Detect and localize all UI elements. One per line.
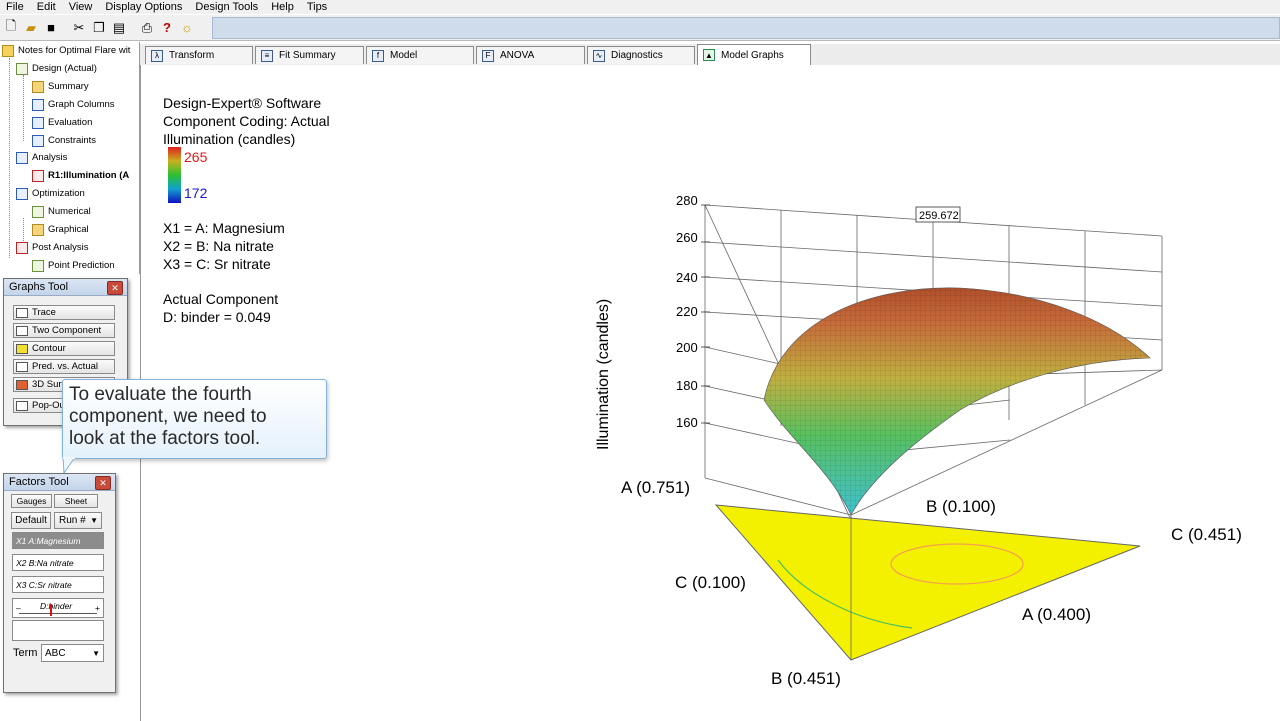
z-tick-260: 260 bbox=[676, 230, 698, 245]
z-tick-280: 280 bbox=[676, 193, 698, 208]
gauges-tab[interactable]: Gauges bbox=[11, 494, 52, 508]
close-icon[interactable]: ✕ bbox=[107, 281, 123, 295]
binder-slider[interactable]: – D:binder + bbox=[12, 598, 104, 618]
default-button[interactable]: Default bbox=[11, 512, 51, 529]
contour-button[interactable]: Contour bbox=[13, 341, 115, 356]
z-axis-label: Illumination (candles) bbox=[595, 299, 612, 450]
vertex-b-low: B (0.100) bbox=[926, 497, 996, 516]
term-label: Term bbox=[13, 647, 38, 659]
factors-tool-titlebar[interactable]: Factors Tool ✕ bbox=[4, 474, 115, 491]
slider-plus: + bbox=[95, 603, 100, 613]
z-tick-160: 160 bbox=[676, 415, 698, 430]
trace-button[interactable]: Trace bbox=[13, 305, 115, 320]
sheet-tab[interactable]: Sheet bbox=[54, 494, 98, 508]
two-component-button[interactable]: Two Component bbox=[13, 323, 115, 338]
flag-value: 259.672 bbox=[919, 210, 959, 222]
tutorial-callout: To evaluate the fourth component, we nee… bbox=[62, 379, 327, 459]
vertex-b-high: B (0.451) bbox=[771, 669, 841, 688]
factor-x1[interactable]: X1 A:Magnesium bbox=[12, 532, 104, 549]
factor-value-box[interactable] bbox=[12, 620, 104, 641]
two-component-icon bbox=[16, 325, 28, 336]
z-tick-240: 240 bbox=[676, 270, 698, 285]
slider-label: D:binder bbox=[40, 601, 73, 611]
vertex-c-low: C (0.100) bbox=[675, 573, 746, 592]
callout-line-3: look at the factors tool. bbox=[69, 428, 261, 449]
vertex-a-high: A (0.751) bbox=[621, 478, 690, 497]
slider-handle[interactable] bbox=[50, 604, 52, 616]
factor-x3[interactable]: X3 C:Sr nitrate bbox=[12, 576, 104, 593]
chevron-down-icon: ▼ bbox=[90, 516, 98, 525]
z-tick-220: 220 bbox=[676, 304, 698, 319]
slider-minus: – bbox=[16, 603, 21, 613]
run-select[interactable]: Run # ▼ bbox=[54, 512, 102, 529]
trace-icon bbox=[16, 307, 28, 318]
pred-vs-actual-icon bbox=[16, 361, 28, 372]
chevron-down-icon: ▼ bbox=[92, 648, 100, 658]
pop-out-icon bbox=[16, 400, 28, 411]
contour-icon bbox=[16, 343, 28, 354]
term-select[interactable]: ABC ▼ bbox=[41, 644, 104, 662]
surface-plot[interactable]: 280 260 240 220 200 180 160 Illumination… bbox=[0, 0, 1280, 721]
callout-line-1: To evaluate the fourth bbox=[69, 384, 252, 405]
callout-line-2: component, we need to bbox=[69, 406, 267, 427]
pred-vs-actual-button[interactable]: Pred. vs. Actual bbox=[13, 359, 115, 374]
vertex-c-high: C (0.451) bbox=[1171, 525, 1242, 544]
vertex-a-low: A (0.400) bbox=[1022, 605, 1091, 624]
3d-surface-icon bbox=[16, 379, 28, 390]
graphs-tool-titlebar[interactable]: Graphs Tool ✕ bbox=[4, 279, 127, 296]
z-tick-200: 200 bbox=[676, 340, 698, 355]
surface-mesh bbox=[764, 287, 1150, 515]
z-tick-180: 180 bbox=[676, 378, 698, 393]
close-icon[interactable]: ✕ bbox=[95, 476, 111, 490]
factor-x2[interactable]: X2 B:Na nitrate bbox=[12, 554, 104, 571]
slider-track bbox=[19, 613, 97, 614]
